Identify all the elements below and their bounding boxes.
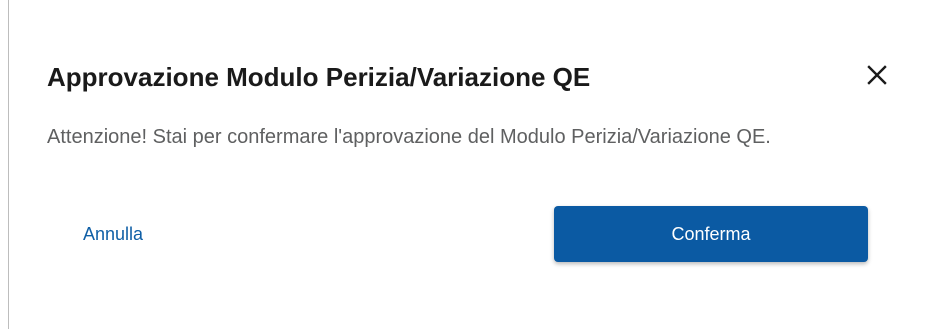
confirm-button[interactable]: Conferma (554, 206, 868, 262)
confirm-dialog: Approvazione Modulo Perizia/Variazione Q… (9, 0, 930, 329)
cancel-button[interactable]: Annulla (83, 219, 143, 249)
dialog-message: Attenzione! Stai per confermare l'approv… (47, 126, 771, 148)
dialog-title: Approvazione Modulo Perizia/Variazione Q… (47, 62, 591, 92)
close-icon (867, 65, 887, 85)
close-button[interactable] (864, 62, 890, 88)
